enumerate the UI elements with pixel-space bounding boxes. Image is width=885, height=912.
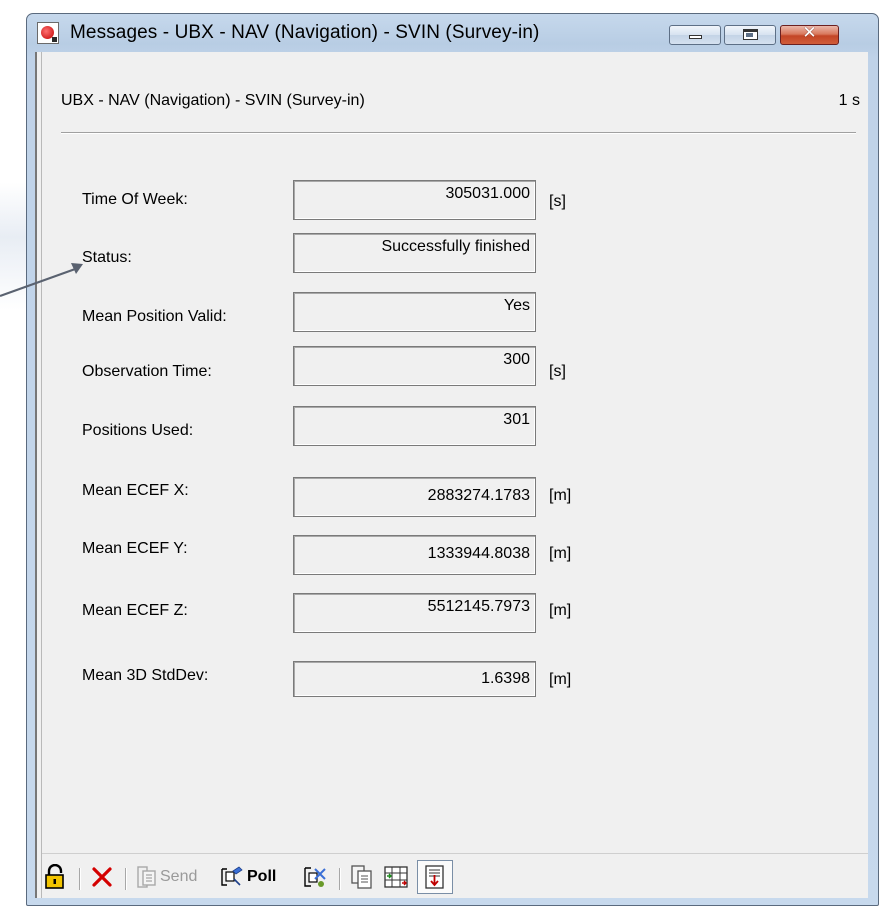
callout-arrow <box>0 263 83 298</box>
